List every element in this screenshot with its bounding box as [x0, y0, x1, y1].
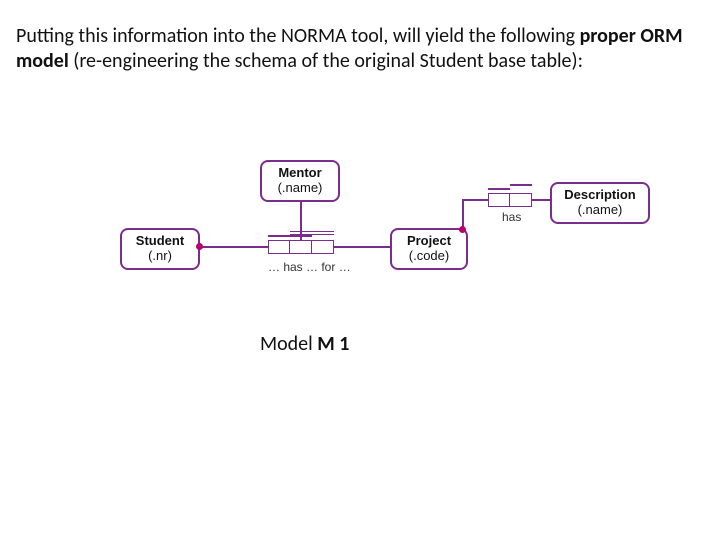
- caption-prefix: Model: [260, 332, 317, 356]
- entity-mentor: Mentor (.name): [260, 160, 340, 202]
- mandatory-dot: [459, 226, 466, 233]
- connector: [200, 246, 268, 248]
- connector: [462, 199, 488, 201]
- uniqueness-bar: [510, 184, 532, 186]
- roleset-ternary: [268, 240, 334, 259]
- connector: [532, 199, 550, 201]
- entity-description-name: Description: [564, 187, 636, 202]
- rolebox: [510, 193, 532, 207]
- reading-has: has: [502, 210, 521, 224]
- reading-ternary: … has … for …: [268, 260, 351, 274]
- rolebox: [488, 193, 510, 207]
- uniqueness-bar-double: [290, 231, 334, 235]
- intro-paragraph: Putting this information into the NORMA …: [16, 24, 700, 74]
- connector: [334, 246, 390, 248]
- connector: [300, 200, 302, 240]
- entity-project-name: Project: [407, 233, 451, 248]
- uniqueness-bar: [268, 235, 312, 237]
- mandatory-dot: [196, 243, 203, 250]
- entity-project: Project (.code): [390, 228, 468, 270]
- connector: [462, 199, 464, 229]
- rolebox: [312, 240, 334, 254]
- entity-student-name: Student: [136, 233, 184, 248]
- rolebox: [268, 240, 290, 254]
- entity-description: Description (.name): [550, 182, 650, 224]
- diagram-caption: Model M 1: [260, 332, 349, 356]
- orm-diagram: Student (.nr) Mentor (.name) Project (.c…: [120, 160, 650, 320]
- intro-post: (re-engineering the schema of the origin…: [69, 49, 583, 73]
- caption-name: M 1: [317, 332, 349, 356]
- uniqueness-bar: [488, 188, 510, 190]
- entity-mentor-name: Mentor: [278, 165, 321, 180]
- entity-mentor-ref: (.name): [268, 181, 332, 196]
- rolebox: [290, 240, 312, 254]
- entity-description-ref: (.name): [558, 203, 642, 218]
- entity-student-ref: (.nr): [128, 249, 192, 264]
- intro-pre: Putting this information into the NORMA …: [16, 24, 580, 48]
- entity-student: Student (.nr): [120, 228, 200, 270]
- entity-project-ref: (.code): [398, 249, 460, 264]
